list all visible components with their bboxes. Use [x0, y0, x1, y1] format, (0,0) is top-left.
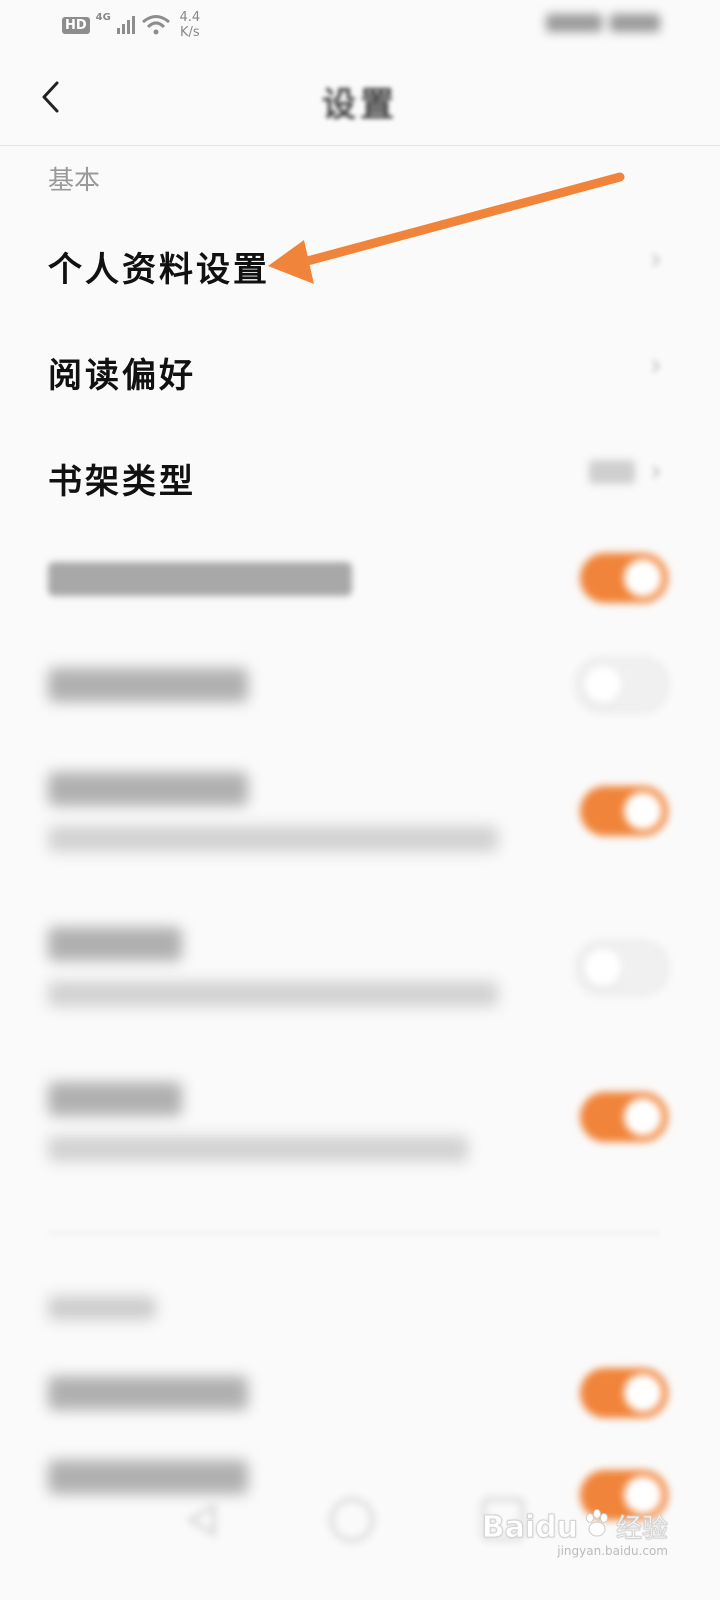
toggle-switch[interactable]	[580, 1368, 668, 1418]
settings-row-5[interactable]	[0, 636, 720, 736]
settings-row-shelf-type[interactable]: 书架类型 ›	[0, 424, 720, 524]
toggle-switch[interactable]	[580, 553, 668, 603]
wifi-icon	[141, 15, 170, 35]
row-subtitle-blurred	[48, 826, 498, 852]
page-title: 设置	[322, 85, 398, 125]
section-label-blurred	[48, 1296, 156, 1320]
status-indicators: HD 4G 4.4 K/s	[62, 10, 203, 40]
chevron-right-icon: ›	[650, 242, 662, 277]
hd-badge: HD	[62, 16, 90, 34]
settings-row-9[interactable]	[0, 1348, 720, 1448]
settings-row-6[interactable]	[0, 760, 720, 870]
row-label-profile: 个人资料设置	[48, 250, 270, 290]
status-right-icons	[546, 14, 660, 32]
row-label-blurred	[48, 772, 248, 806]
row-label-blurred	[48, 1376, 248, 1410]
row-label-reading-preference: 阅读偏好	[48, 356, 196, 396]
row-subtitle-blurred	[48, 981, 498, 1007]
status-bar: HD 4G 4.4 K/s	[0, 0, 720, 55]
section-divider	[48, 1232, 660, 1234]
watermark-brand: Baidu	[481, 1510, 578, 1546]
toggle-switch[interactable]	[580, 786, 668, 836]
row-subtitle-blurred	[48, 1136, 468, 1162]
section-label-basic: 基本	[48, 166, 101, 196]
settings-row-profile[interactable]: 个人资料设置 ›	[0, 212, 720, 312]
chevron-right-icon: ›	[650, 454, 662, 489]
row-label-blurred	[48, 668, 248, 702]
toggle-switch[interactable]	[576, 941, 668, 995]
watermark-product: 经验	[615, 1514, 668, 1545]
network-type: 4G	[95, 11, 111, 23]
paw-icon	[585, 1509, 608, 1537]
row-label-blurred	[48, 1082, 182, 1116]
settings-row-shelf-default-display[interactable]	[0, 528, 720, 628]
settings-row-reading-preference[interactable]: 阅读偏好 ›	[0, 318, 720, 418]
speed-unit: K/s	[180, 25, 200, 40]
settings-row-8[interactable]	[0, 1070, 720, 1180]
system-back-icon[interactable]	[180, 1498, 224, 1542]
chevron-right-icon: ›	[650, 348, 662, 383]
row-label-blurred	[48, 927, 182, 961]
toggle-switch[interactable]	[576, 658, 668, 712]
toggle-switch[interactable]	[580, 1092, 668, 1142]
system-home-icon[interactable]	[330, 1498, 374, 1542]
signal-icon	[116, 16, 135, 34]
row-label-blurred	[48, 562, 352, 596]
settings-row-7[interactable]	[0, 915, 720, 1025]
speed-value: 4.4	[179, 10, 201, 25]
watermark: Baidu 经验 jingyan.baidu.com	[481, 1508, 669, 1558]
watermark-url: jingyan.baidu.com	[557, 1544, 668, 1558]
row-label-shelf-type: 书架类型	[48, 462, 196, 502]
network-speed: 4.4 K/s	[177, 10, 203, 40]
shelf-type-value	[589, 460, 635, 484]
navigation-bar: 设置	[0, 55, 720, 146]
